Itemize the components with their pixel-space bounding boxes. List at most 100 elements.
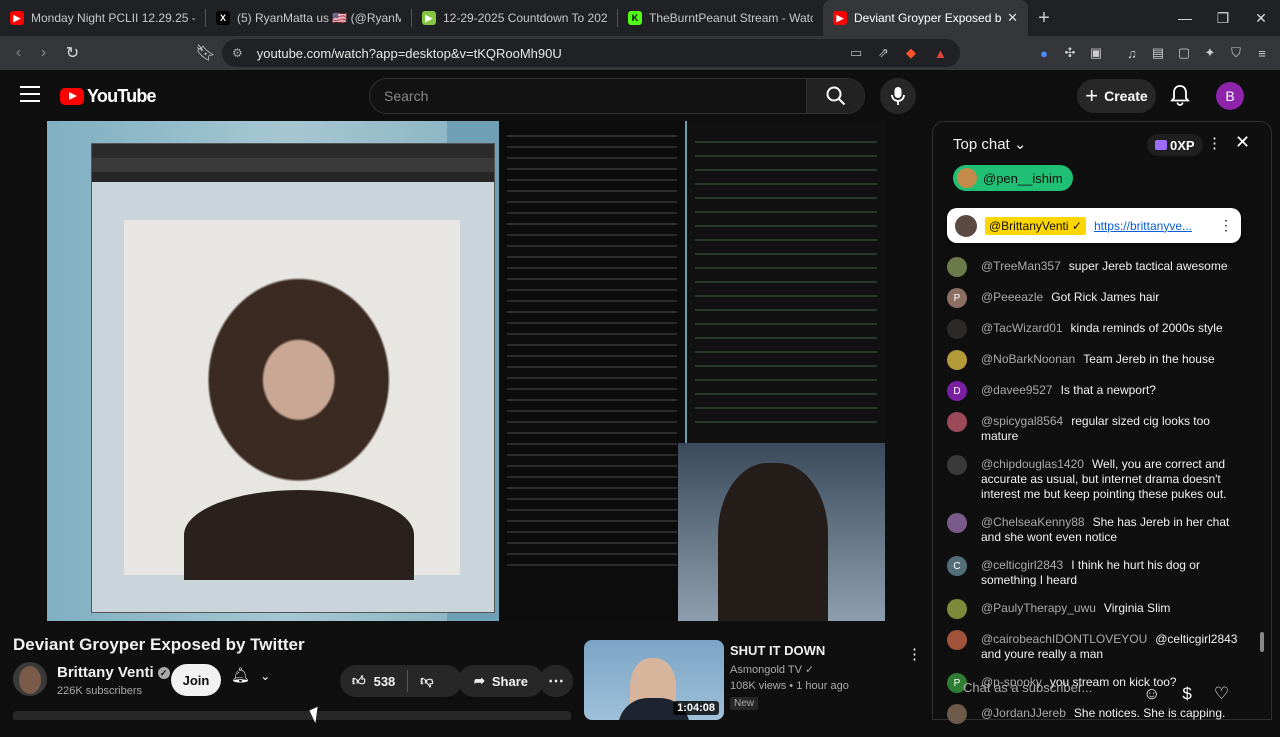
brave-shield-icon[interactable]: ◆	[906, 45, 916, 61]
address-bar[interactable]: ⚙ youtube.com/watch?app=desktop&v=tKQRoo…	[222, 39, 960, 67]
chat-message[interactable]: @JordanJJereb She notices. She is capping…	[947, 704, 1247, 724]
thumbs-down-icon: 👎︎	[420, 673, 434, 688]
chat-author[interactable]: @ChelseaKenny88	[981, 515, 1085, 529]
notifications-button[interactable]	[1170, 84, 1190, 111]
chat-message[interactable]: @TacWizard01 kinda reminds of 2000s style	[947, 319, 1247, 339]
close-chat-icon[interactable]: ✕	[1235, 132, 1250, 153]
join-button[interactable]: Join	[171, 664, 221, 696]
sidebar-icon[interactable]: ▤	[1149, 45, 1167, 61]
wallet-icon[interactable]: ▢	[1175, 45, 1193, 61]
brand-name: YouTube	[87, 86, 157, 106]
chat-message[interactable]: P @Peeeazle Got Rick James hair	[947, 288, 1247, 308]
super-chat-icon[interactable]: $	[1182, 684, 1191, 704]
site-info-icon[interactable]: ⚙	[232, 46, 243, 60]
emoji-icon[interactable]: ☺	[1143, 684, 1160, 704]
search-input[interactable]: Search	[370, 79, 806, 113]
cast-icon[interactable]: ▭	[850, 45, 862, 61]
close-tab-icon[interactable]: ✕	[1007, 10, 1018, 26]
bookmark-icon[interactable]: 🔖︎	[193, 43, 218, 63]
pinned-user-chip[interactable]: @pen__ishim	[953, 165, 1073, 191]
recommended-channel[interactable]: Asmongold TV ✓	[730, 663, 814, 676]
xp-badge[interactable]: 0XP	[1147, 134, 1203, 156]
chat-message[interactable]: @ChelseaKenny88 She has Jereb in her chat…	[947, 513, 1247, 545]
chat-text: Is that a newport?	[1060, 383, 1156, 397]
chat-menu-icon[interactable]: ⋮	[1207, 134, 1222, 152]
chat-author[interactable]: @JordanJJereb	[981, 706, 1066, 720]
search-button[interactable]	[806, 79, 864, 113]
recommended-menu-icon[interactable]: ⋮	[907, 645, 922, 663]
chat-author[interactable]: @NoBarkNoonan	[981, 352, 1075, 366]
heart-icon[interactable]: ♡	[1214, 684, 1229, 704]
create-button[interactable]: + Create	[1077, 79, 1156, 113]
browser-tab[interactable]: ▶ Monday Night PCLII 12.29.25 - Perry	[0, 0, 205, 36]
forward-icon[interactable]: ›	[31, 44, 56, 62]
browser-toolbar: ‹ › ↻ 🔖︎ ⚙ youtube.com/watch?app=desktop…	[0, 36, 1280, 70]
maximize-icon[interactable]: ❐	[1204, 0, 1242, 36]
tab-search-icon[interactable]: ▣	[1087, 45, 1105, 61]
chat-message[interactable]: @TreeMan357 super Jereb tactical awesome	[947, 257, 1247, 277]
chat-scrollbar[interactable]	[1259, 202, 1265, 662]
chat-author[interactable]: @celticgirl2843	[981, 558, 1063, 572]
new-tab-button[interactable]: +	[1028, 7, 1060, 30]
dislike-button[interactable]: 👎︎	[408, 665, 445, 697]
video-player[interactable]	[47, 121, 885, 621]
account-avatar[interactable]: B	[1216, 82, 1244, 110]
chat-avatar	[947, 412, 967, 432]
leo-icon[interactable]: ✦	[1201, 45, 1219, 61]
extension-icon[interactable]: ●	[1035, 46, 1053, 61]
share-button[interactable]: ➦ Share	[458, 665, 544, 697]
chevron-down-icon: ⌄	[260, 669, 271, 683]
chat-input-actions: ☺ $ ♡	[1143, 684, 1229, 704]
hamburger-menu-icon[interactable]	[20, 86, 40, 107]
browser-tab[interactable]: ▶ 12-29-2025 Countdown To 2026	[412, 0, 617, 36]
share-page-icon[interactable]: ⇗	[878, 45, 889, 61]
chat-message[interactable]: @spicygal8564 regular sized cig looks too…	[947, 412, 1247, 444]
vpn-icon[interactable]: ⛉	[1227, 45, 1245, 61]
chat-author[interactable]: @TacWizard01	[981, 321, 1063, 335]
chat-author[interactable]: @Peeeazle	[981, 290, 1043, 304]
chat-message-list: abuses his animals. So disgusting@TreeMa…	[947, 228, 1247, 737]
chat-author[interactable]: @PaulyTherapy_uwu	[981, 601, 1096, 615]
pinned-menu-icon[interactable]: ⋮	[1219, 217, 1233, 234]
pinned-link[interactable]: https://brittanyve...	[1094, 219, 1192, 233]
channel-name[interactable]: Brittany Venti ✓	[57, 664, 170, 681]
browser-tab[interactable]: K TheBurntPeanut Stream - Watch	[618, 0, 823, 36]
more-actions-button[interactable]: ⋯	[539, 665, 573, 697]
description-box-edge	[13, 711, 571, 720]
chat-message[interactable]: @PaulyTherapy_uwu Virginia Slim	[947, 599, 1247, 619]
chat-author[interactable]: @spicygal8564	[981, 414, 1063, 428]
chat-author[interactable]: @TreeMan357	[981, 259, 1061, 273]
close-window-icon[interactable]: ✕	[1242, 0, 1280, 36]
recommended-thumbnail[interactable]: 1:04:08	[584, 640, 724, 720]
chat-message[interactable]: D @davee9527 Is that a newport?	[947, 381, 1247, 401]
puzzle-icon[interactable]: ✣	[1061, 45, 1079, 61]
back-icon[interactable]: ‹	[6, 44, 31, 62]
music-icon[interactable]: ♫	[1123, 46, 1141, 61]
reload-icon[interactable]: ↻	[60, 43, 85, 63]
chat-input[interactable]: Chat as a subscriber...	[943, 680, 1143, 695]
chat-author[interactable]: @davee9527	[981, 383, 1053, 397]
chat-message[interactable]: @chipdouglas1420 Well, you are correct an…	[947, 455, 1247, 502]
pinned-message[interactable]: @BrittanyVenti ✓ https://brittanyve... ⋮	[947, 208, 1241, 243]
like-button[interactable]: 👍︎ 538	[340, 665, 407, 697]
window-controls: — ❐ ✕	[1166, 0, 1280, 36]
chat-author[interactable]: @chipdouglas1420	[981, 457, 1084, 471]
chat-message[interactable]: @cairobeachIDONTLOVEYOU @celticgirl2843 a…	[947, 630, 1247, 662]
youtube-logo[interactable]: YouTube	[60, 86, 157, 107]
chat-message[interactable]: @NoBarkNoonan Team Jereb in the house	[947, 350, 1247, 370]
chat-avatar: P	[947, 288, 967, 308]
chat-avatar	[947, 319, 967, 339]
youtube-icon: ▶	[10, 11, 24, 25]
browser-tab-active[interactable]: ▶ Deviant Groyper Exposed by ✕	[823, 0, 1028, 36]
channel-avatar[interactable]	[13, 662, 47, 696]
brave-rewards-icon[interactable]: ▲	[934, 46, 947, 61]
browser-menu-icon[interactable]: ≡	[1253, 46, 1271, 61]
voice-search-button[interactable]	[880, 78, 916, 114]
chat-mode-dropdown[interactable]: Top chat ⌄	[953, 135, 1026, 153]
chat-author[interactable]: @cairobeachIDONTLOVEYOU	[981, 632, 1147, 646]
minimize-icon[interactable]: —	[1166, 0, 1204, 36]
browser-tab[interactable]: X (5) RyanMatta us 🇺🇸 (@RyanMattaM	[206, 0, 411, 36]
chat-message[interactable]: C @celticgirl2843 I think he hurt his dog …	[947, 556, 1247, 588]
notification-bell-dropdown[interactable]: 🔔︎ ⌄	[231, 666, 270, 684]
recommended-title[interactable]: SHUT IT DOWN	[730, 643, 825, 658]
